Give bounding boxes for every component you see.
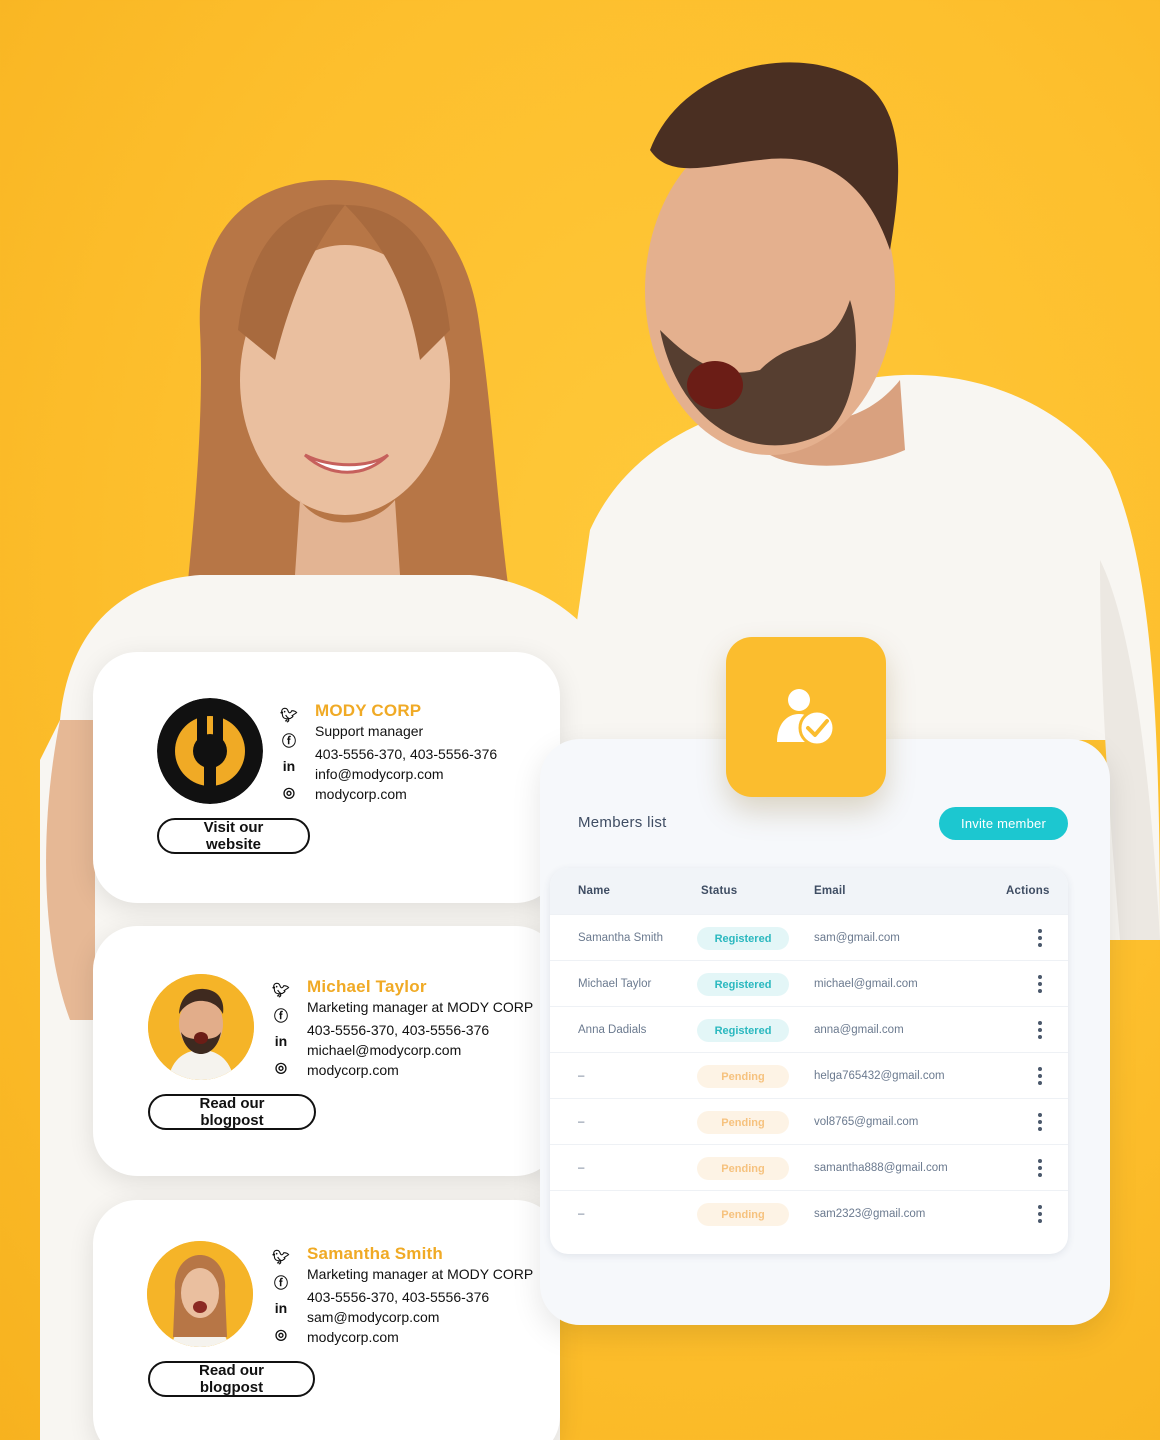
facebook-icon[interactable]: ⓕ	[282, 729, 296, 755]
linkedin-icon[interactable]: in	[275, 1296, 287, 1322]
more-actions-icon[interactable]	[1036, 1021, 1044, 1039]
status-badge: Pending	[697, 1111, 789, 1134]
table-row[interactable]: – Pending samantha888@gmail.com	[550, 1144, 1068, 1190]
member-name: Samantha Smith	[578, 932, 664, 944]
mody-corp-logo	[157, 698, 263, 804]
member-email: sam2323@gmail.com	[814, 1208, 926, 1220]
facebook-icon[interactable]: ⓕ	[274, 1271, 288, 1297]
column-header-email[interactable]: Email	[814, 885, 846, 897]
more-actions-icon[interactable]	[1036, 1205, 1044, 1223]
signature-website[interactable]: modycorp.com	[307, 1060, 533, 1080]
status-badge: Registered	[697, 973, 789, 996]
twitter-icon[interactable]: 🐦︎	[272, 1245, 290, 1271]
instagram-icon[interactable]: ◎	[275, 1322, 287, 1348]
instagram-icon[interactable]: ◎	[275, 1055, 287, 1081]
signature-name: MODY CORP	[315, 701, 422, 720]
signature-role: Marketing manager at MODY CORP	[307, 999, 534, 1015]
signature-phone: 403-5556-370, 403-5556-376	[307, 1289, 490, 1305]
visit-website-button[interactable]: Visit our website	[157, 818, 310, 854]
member-name: –	[578, 1116, 585, 1128]
instagram-icon[interactable]: ◎	[283, 780, 295, 806]
signature-email[interactable]: sam@modycorp.com	[307, 1307, 533, 1327]
column-header-status[interactable]: Status	[701, 885, 737, 897]
member-email: anna@gmail.com	[814, 1024, 904, 1036]
signature-role: Support manager	[315, 723, 424, 739]
member-email: sam@gmail.com	[814, 932, 900, 944]
status-badge: Pending	[697, 1157, 789, 1180]
user-check-icon	[777, 689, 836, 747]
member-email: michael@gmail.com	[814, 978, 918, 990]
members-badge	[726, 637, 886, 797]
table-row[interactable]: – Pending sam2323@gmail.com	[550, 1190, 1068, 1236]
status-badge: Registered	[697, 927, 789, 950]
signature-name: Samantha Smith	[307, 1244, 443, 1263]
member-name: –	[578, 1162, 585, 1174]
column-header-actions: Actions	[1006, 885, 1050, 897]
linkedin-icon[interactable]: in	[275, 1029, 287, 1055]
signature-name: Michael Taylor	[307, 977, 427, 996]
table-row[interactable]: – Pending vol8765@gmail.com	[550, 1098, 1068, 1144]
table-row[interactable]: Anna Dadials Registered anna@gmail.com	[550, 1006, 1068, 1052]
status-badge: Pending	[697, 1203, 789, 1226]
member-email: vol8765@gmail.com	[814, 1116, 919, 1128]
read-blogpost-button[interactable]: Read our blogpost	[148, 1094, 316, 1130]
more-actions-icon[interactable]	[1036, 1113, 1044, 1131]
member-name: –	[578, 1208, 585, 1220]
signature-phone: 403-5556-370, 403-5556-376	[307, 1022, 490, 1038]
facebook-icon[interactable]: ⓕ	[274, 1004, 288, 1030]
members-title: Members list	[578, 814, 667, 831]
signature-card-michael-taylor: 🐦︎ ⓕ in ◎ Michael Taylor Marketing manag…	[93, 926, 560, 1176]
michael-avatar	[148, 974, 254, 1080]
table-row[interactable]: Michael Taylor Registered michael@gmail.…	[550, 960, 1068, 1006]
status-badge: Pending	[697, 1065, 789, 1088]
table-header: Name Status Email Actions	[550, 868, 1068, 914]
status-badge: Registered	[697, 1019, 789, 1042]
signature-card-mody-corp: 🐦︎ ⓕ in ◎ MODY CORP Support manager 403-…	[93, 652, 560, 903]
table-row[interactable]: – Pending helga765432@gmail.com	[550, 1052, 1068, 1098]
twitter-icon[interactable]: 🐦︎	[280, 703, 298, 729]
member-name: –	[578, 1070, 585, 1082]
member-name: Michael Taylor	[578, 978, 652, 990]
table-row[interactable]: Samantha Smith Registered sam@gmail.com	[550, 914, 1068, 960]
signature-email[interactable]: info@modycorp.com	[315, 764, 497, 784]
more-actions-icon[interactable]	[1036, 1067, 1044, 1085]
member-email: helga765432@gmail.com	[814, 1070, 945, 1082]
more-actions-icon[interactable]	[1036, 1159, 1044, 1177]
more-actions-icon[interactable]	[1036, 975, 1044, 993]
member-email: samantha888@gmail.com	[814, 1162, 948, 1174]
signature-website[interactable]: modycorp.com	[315, 784, 497, 804]
linkedin-icon[interactable]: in	[283, 754, 295, 780]
invite-member-button[interactable]: Invite member	[939, 807, 1068, 840]
signature-card-samantha-smith: 🐦︎ ⓕ in ◎ Samantha Smith Marketing manag…	[93, 1200, 560, 1440]
column-header-name[interactable]: Name	[578, 885, 610, 897]
signature-website[interactable]: modycorp.com	[307, 1327, 533, 1347]
samantha-avatar	[147, 1241, 253, 1347]
members-table: Name Status Email Actions Samantha Smith…	[550, 868, 1068, 1254]
signature-role: Marketing manager at MODY CORP	[307, 1266, 534, 1282]
signature-email[interactable]: michael@modycorp.com	[307, 1040, 533, 1060]
more-actions-icon[interactable]	[1036, 929, 1044, 947]
twitter-icon[interactable]: 🐦︎	[272, 978, 290, 1004]
read-blogpost-button[interactable]: Read our blogpost	[148, 1361, 315, 1397]
member-name: Anna Dadials	[578, 1024, 647, 1036]
signature-phone: 403-5556-370, 403-5556-376	[315, 746, 498, 762]
